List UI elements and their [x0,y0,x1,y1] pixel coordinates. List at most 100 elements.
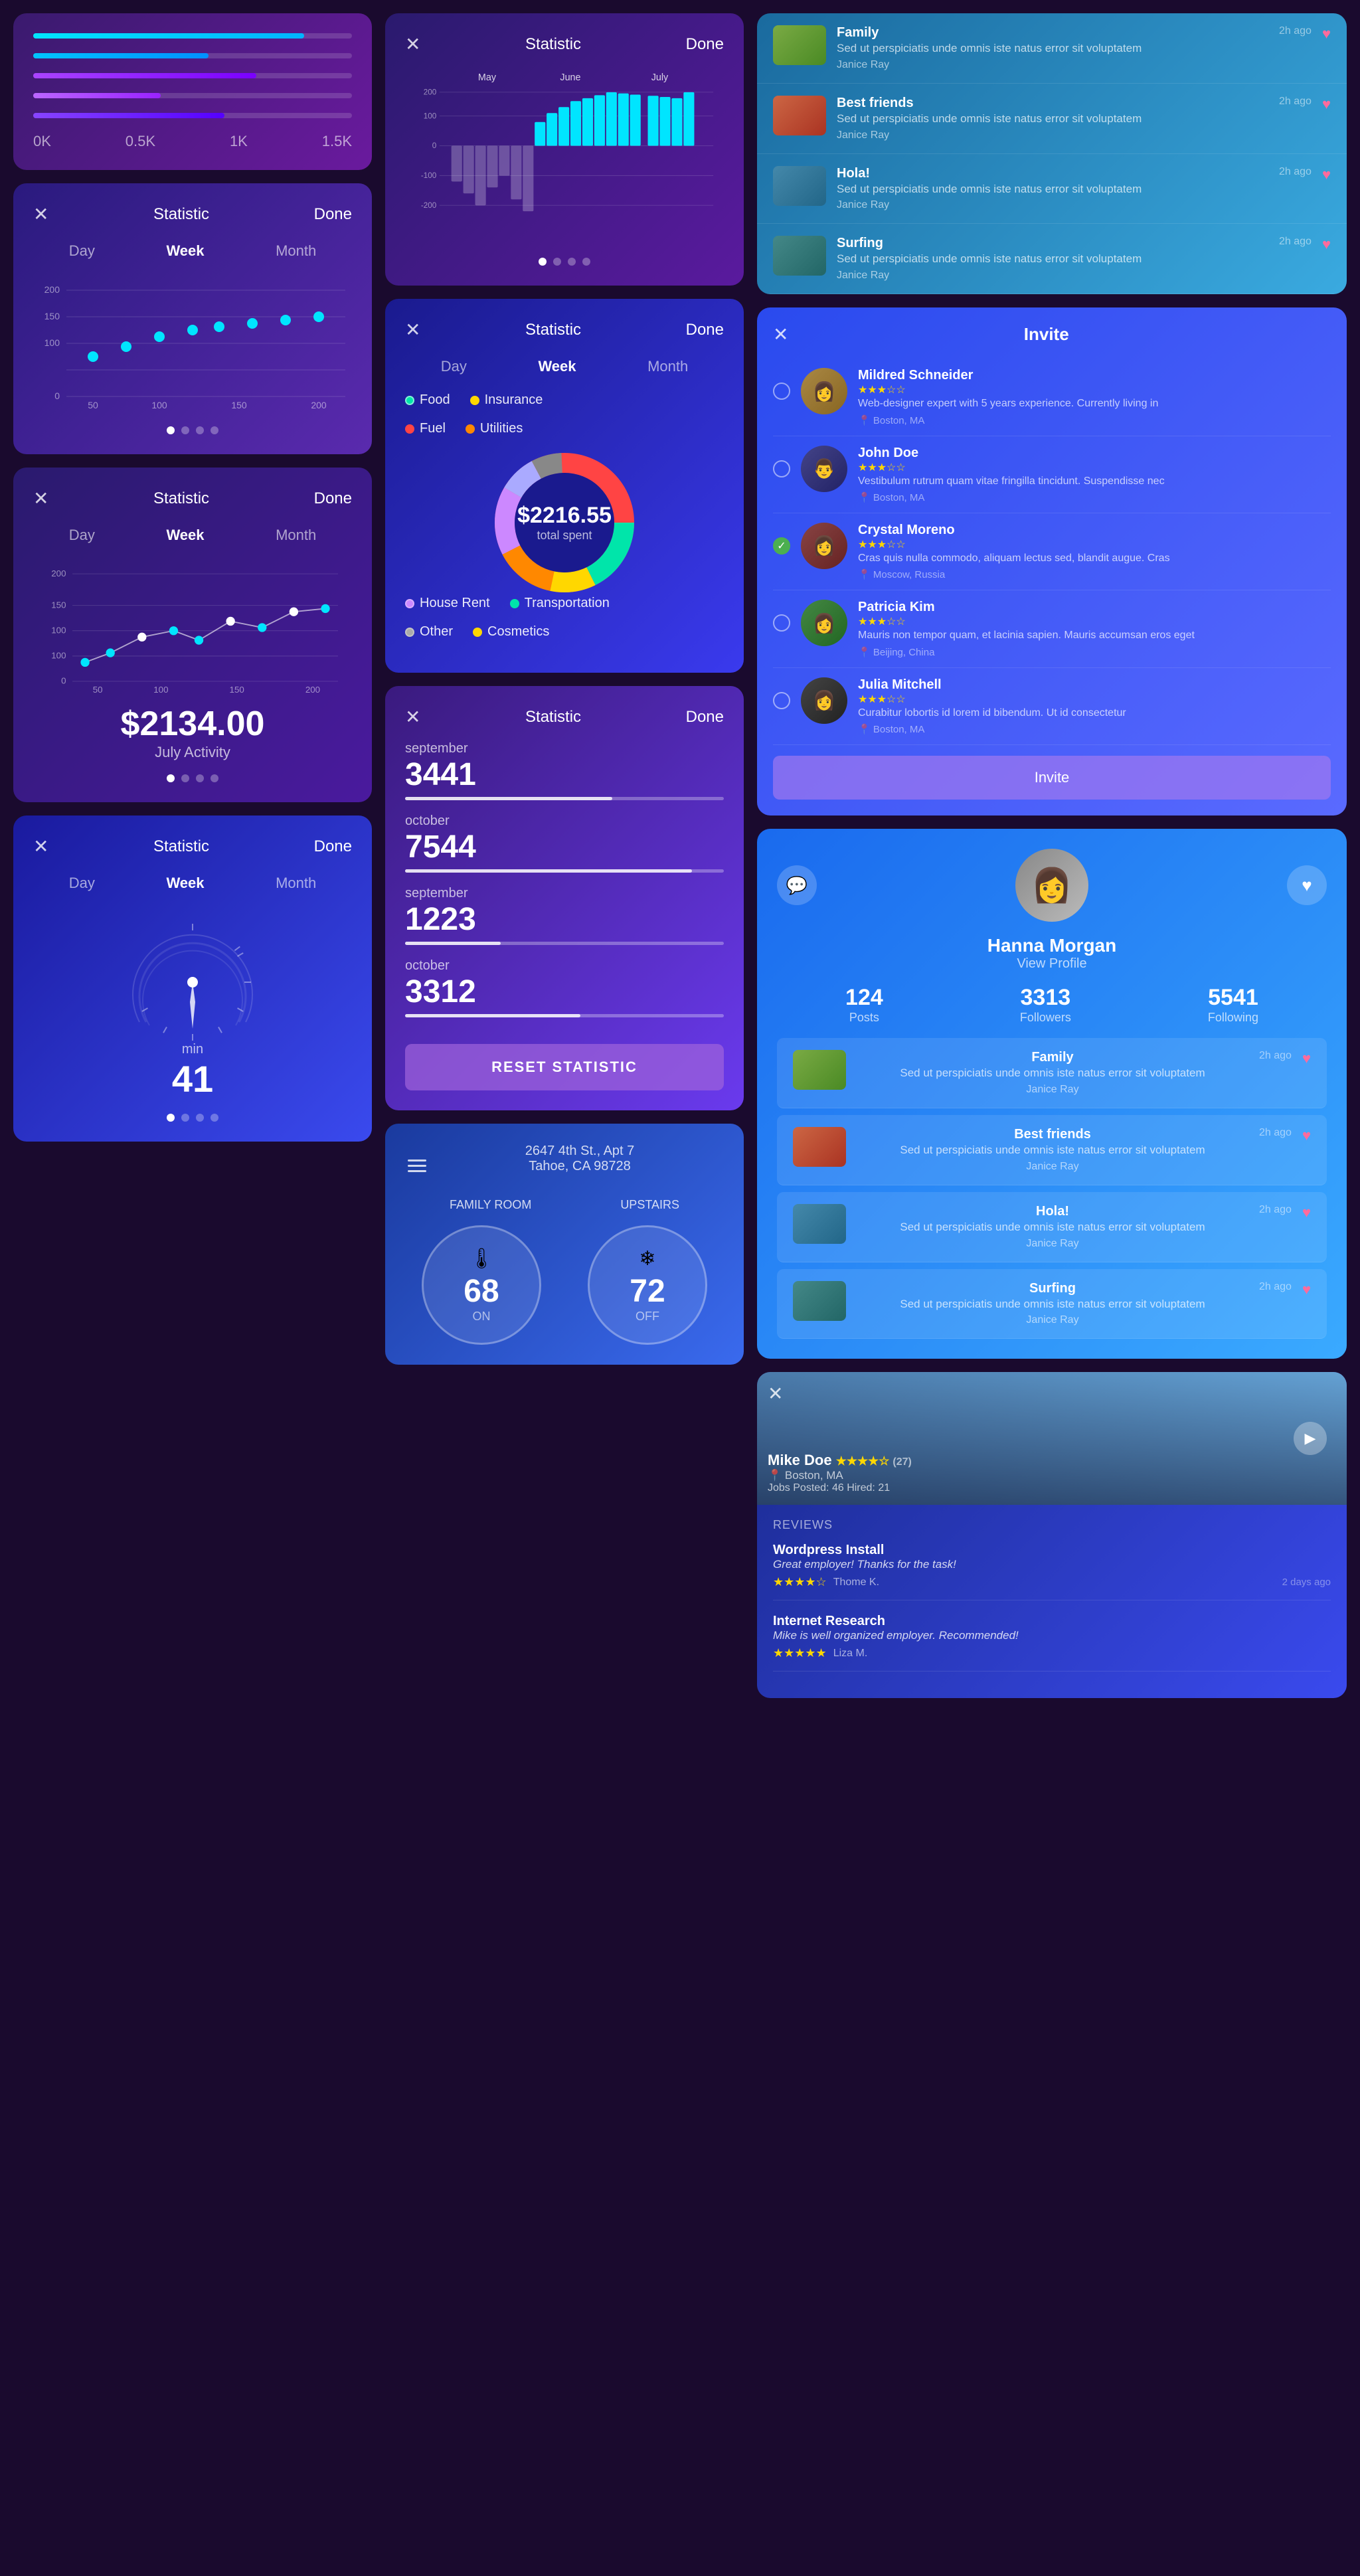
thermo-room-1[interactable]: FAMILY ROOM [450,1198,531,1212]
tab-gauge-week[interactable]: Week [153,871,217,896]
heart-icon-pfamily[interactable]: ♥ [1302,1050,1311,1067]
invite-stars-mildred: ★★★☆☆ [858,383,1331,396]
stat-card-line-close[interactable]: ✕ [33,487,48,509]
social-item-family[interactable]: Family Sed ut perspiciatis unde omnis is… [757,13,1347,84]
profile-author-surfing: Janice Ray [857,1314,1248,1326]
legend-label-utilities: Utilities [480,421,523,436]
stat-card-dot-header: ✕ Statistic Done [33,203,352,225]
stat-card-line-done[interactable]: Done [314,489,352,508]
stat-card-dot-pagination [33,426,352,434]
svg-text:50: 50 [88,400,98,410]
invite-person-mildred[interactable]: 👩 Mildred Schneider ★★★☆☆ Web-designer e… [773,359,1331,436]
invite-person-julia[interactable]: 👩 Julia Mitchell ★★★☆☆ Curabitur loborti… [773,668,1331,745]
dot-chart-svg: 200 150 100 0 50 100 150 200 [33,277,352,410]
tab-gauge-day[interactable]: Day [56,871,108,896]
review-close[interactable]: ✕ [768,1383,783,1405]
progress-fill-3 [33,73,256,78]
stats-list-close[interactable]: ✕ [405,706,420,728]
heart-icon-pfriends[interactable]: ♥ [1302,1127,1311,1144]
donut-done[interactable]: Done [686,321,724,339]
stat-label-oct-1: october [405,814,724,829]
review-item-1: Wordpress Install Great employer! Thanks… [773,1543,1331,1600]
tab-dot-week[interactable]: Week [153,238,217,264]
progress-track-5 [33,113,352,118]
invite-person-john[interactable]: 👨 John Doe ★★★☆☆ Vestibulum rutrum quam … [773,436,1331,513]
reset-statistic-button[interactable]: RESET STATISTIC [405,1044,724,1090]
bar-chart-close[interactable]: ✕ [405,33,420,55]
invite-radio-crystal[interactable] [773,537,790,555]
profile-view-link[interactable]: View Profile [777,956,1327,972]
heart-icon-bestfriends[interactable]: ♥ [1322,96,1331,113]
tab-donut-month[interactable]: Month [634,354,701,379]
heart-icon-family[interactable]: ♥ [1322,25,1331,43]
review-stars-row-1: ★★★★☆ Thome K. 2 days ago [773,1575,1331,1589]
profile-time-surfing: 2h ago [1259,1281,1292,1293]
legend-houserent: House Rent [405,596,490,611]
invite-radio-john[interactable] [773,460,790,477]
tab-line-month[interactable]: Month [262,523,329,548]
stat-value-sep-2: 1223 [405,901,724,938]
invite-person-crystal[interactable]: 👩 Crystal Moreno ★★★☆☆ Cras quis nulla c… [773,513,1331,590]
svg-text:50: 50 [93,685,103,694]
gauge-container [33,909,352,1055]
profile-social-hola[interactable]: Hola! Sed ut perspiciatis unde omnis ist… [777,1192,1327,1262]
social-desc-bestfriends: Sed ut perspiciatis unde omnis iste natu… [837,111,1268,127]
stat-card-dot-close[interactable]: ✕ [33,203,48,225]
review-play-btn[interactable]: ▶ [1294,1422,1327,1455]
thermo-address-line2: Tahoe, CA 98728 [436,1159,724,1174]
svg-text:100: 100 [51,626,66,636]
gauge-done[interactable]: Done [314,837,352,856]
tab-dot-month[interactable]: Month [262,238,329,264]
svg-text:150: 150 [44,311,60,321]
hamburger-menu[interactable] [405,1157,429,1175]
invite-radio-patricia[interactable] [773,614,790,632]
profile-social-surfing[interactable]: Surfing Sed ut perspiciatis unde omnis i… [777,1269,1327,1339]
svg-text:200: 200 [311,400,327,410]
social-item-surfing[interactable]: Surfing Sed ut perspiciatis unde omnis i… [757,224,1347,294]
gauge-close[interactable]: ✕ [33,835,48,857]
social-item-bestfriends[interactable]: Best friends Sed ut perspiciatis unde om… [757,84,1347,154]
social-item-hola[interactable]: Hola! Sed ut perspiciatis unde omnis ist… [757,154,1347,224]
invite-avatar-mildred: 👩 [801,368,847,414]
stat-card-dot-done[interactable]: Done [314,205,352,224]
invite-close[interactable]: ✕ [773,323,788,345]
tab-dot-day[interactable]: Day [56,238,108,264]
thermo-dial-1[interactable]: 🌡 68 ON [422,1225,541,1345]
donut-close[interactable]: ✕ [405,319,420,341]
tab-line-day[interactable]: Day [56,523,108,548]
tab-gauge-month[interactable]: Month [262,871,329,896]
svg-text:150: 150 [51,600,66,610]
invite-button[interactable]: Invite [773,756,1331,800]
thermo-room-2[interactable]: UPSTAIRS [620,1198,679,1212]
social-title-surfing: Surfing [837,236,1268,251]
invite-person-patricia[interactable]: 👩 Patricia Kim ★★★☆☆ Mauris non tempor q… [773,590,1331,667]
social-time-bestfriends: 2h ago [1279,96,1312,108]
legend-insurance: Insurance [470,392,543,408]
review-hero-jobs: Jobs Posted: 46 Hired: 21 [768,1482,912,1494]
heart-icon-psurfing[interactable]: ♥ [1302,1281,1311,1298]
invite-radio-julia[interactable] [773,692,790,709]
heart-icon-hola[interactable]: ♥ [1322,166,1331,183]
progress-track-3 [33,73,352,78]
heart-icon-phola[interactable]: ♥ [1302,1204,1311,1221]
thermo-value-2: 72 [630,1273,665,1310]
thermo-dial-2[interactable]: ❄ 72 OFF [588,1225,707,1345]
profile-social-bestfriends[interactable]: Best friends Sed ut perspiciatis unde om… [777,1115,1327,1185]
social-content-bestfriends: Best friends Sed ut perspiciatis unde om… [837,96,1268,141]
progress-fill-1 [33,33,304,39]
bar-chart-done[interactable]: Done [686,35,724,54]
profile-message-btn[interactable]: 💬 [777,865,817,905]
stats-list-done[interactable]: Done [686,708,724,727]
progress-track-1 [33,33,352,39]
review-hero-info: Mike Doe ★★★★☆ (27) 📍 Boston, MA Jobs Po… [768,1452,912,1494]
tab-donut-week[interactable]: Week [525,354,589,379]
tab-donut-day[interactable]: Day [428,354,480,379]
tab-line-week[interactable]: Week [153,523,217,548]
invite-radio-mildred[interactable] [773,383,790,400]
profile-social-family[interactable]: Family Sed ut perspiciatis unde omnis is… [777,1038,1327,1108]
bar-chart-header: ✕ Statistic Done [405,33,724,55]
profile-like-btn[interactable]: ♥ [1287,865,1327,905]
social-time-surfing: 2h ago [1279,236,1312,248]
dot-page-3 [196,426,204,434]
heart-icon-surfing[interactable]: ♥ [1322,236,1331,253]
